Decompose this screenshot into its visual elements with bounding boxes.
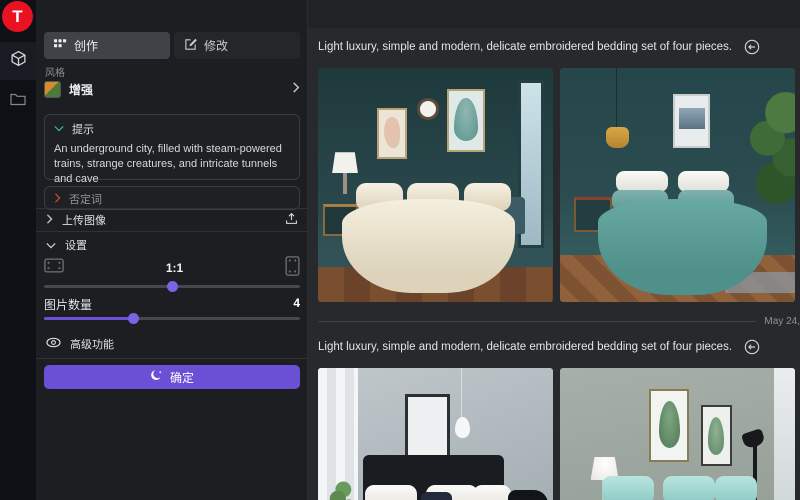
folder-icon	[10, 92, 26, 111]
mode-tabs: 创作 修改	[44, 32, 300, 59]
image-count-label: 图片数量	[44, 296, 293, 313]
aspect-ratio-row: 1:1	[44, 258, 300, 278]
confirm-button[interactable]: 确定	[44, 365, 300, 389]
generation-prompt-row: Light luxury, simple and modern, delicat…	[318, 34, 800, 60]
upload-icon[interactable]	[285, 212, 298, 228]
generation-prompt-text: Light luxury, simple and modern, delicat…	[318, 41, 732, 53]
generation-prompt-row: Light luxury, simple and modern, delicat…	[318, 334, 800, 360]
advanced-features-row[interactable]: 高级功能	[36, 331, 308, 357]
aspect-ratio-value: 1:1	[64, 261, 285, 275]
negative-prompt-label: 否定词	[69, 191, 102, 207]
chevron-down-icon	[46, 238, 56, 252]
generation-feed: Light luxury, simple and modern, delicat…	[308, 28, 800, 500]
image-count-value: 4	[293, 296, 300, 313]
generated-image-2[interactable]	[560, 68, 795, 302]
tab-create[interactable]: 创作	[44, 32, 170, 59]
settings-label: 设置	[65, 237, 298, 253]
advanced-features-label: 高级功能	[70, 336, 114, 352]
moon-sparkle-icon	[150, 369, 163, 385]
landscape-icon[interactable]	[44, 258, 64, 278]
tab-modify-label: 修改	[204, 37, 228, 54]
upload-image-row[interactable]: 上传图像	[36, 208, 308, 232]
cube-icon	[10, 50, 27, 72]
app-logo[interactable]: T	[2, 1, 33, 32]
edit-icon	[184, 38, 197, 54]
circle-arrow-left-icon[interactable]	[744, 339, 760, 355]
confirm-button-label: 确定	[170, 369, 194, 386]
image-count-row: 图片数量 4	[44, 296, 300, 313]
divider	[36, 358, 308, 359]
eye-icon	[46, 337, 61, 351]
control-panel: 创作 修改 风格 增强	[36, 0, 308, 500]
sidebar-item-models[interactable]	[0, 42, 36, 80]
chevron-right-icon	[46, 213, 53, 227]
app-window: T	[0, 0, 800, 500]
style-selector[interactable]: 增强	[44, 76, 300, 102]
tab-modify[interactable]: 修改	[174, 32, 300, 59]
chevron-right-icon[interactable]	[54, 193, 61, 206]
chevron-right-icon	[292, 82, 300, 96]
icon-rail: T	[0, 0, 36, 500]
tab-create-label: 创作	[74, 37, 98, 54]
prompt-input[interactable]: An underground city, filled with steam-p…	[54, 142, 290, 187]
generated-image-1[interactable]	[318, 68, 553, 302]
logo-letter: T	[12, 7, 22, 27]
date-label: May 24,	[756, 316, 800, 327]
style-thumbnail	[44, 81, 61, 98]
grid-icon	[54, 39, 67, 53]
sidebar-item-files[interactable]	[0, 82, 36, 120]
image-count-slider[interactable]	[44, 312, 300, 324]
image-grid-row-1	[318, 68, 800, 302]
aspect-ratio-slider[interactable]	[44, 280, 300, 292]
prompt-label: 提示	[72, 121, 94, 137]
upload-image-label: 上传图像	[62, 212, 276, 228]
slider-thumb[interactable]	[128, 313, 139, 324]
portrait-icon[interactable]	[285, 256, 300, 281]
date-divider: May 24,	[318, 312, 800, 330]
chevron-down-icon[interactable]	[54, 123, 64, 135]
prompt-box[interactable]: 提示 An underground city, filled with stea…	[44, 114, 300, 180]
generated-image-4[interactable]	[560, 368, 795, 500]
generation-prompt-text: Light luxury, simple and modern, delicat…	[318, 341, 732, 353]
image-grid-row-2	[318, 368, 800, 500]
negative-prompt-box[interactable]: 否定词	[44, 186, 300, 210]
main-area: Light luxury, simple and modern, delicat…	[308, 0, 800, 500]
style-value: 增强	[69, 81, 284, 98]
generated-image-3[interactable]	[318, 368, 553, 500]
slider-thumb[interactable]	[167, 281, 178, 292]
settings-header[interactable]: 设置	[36, 233, 308, 257]
circle-arrow-left-icon[interactable]	[744, 39, 760, 55]
